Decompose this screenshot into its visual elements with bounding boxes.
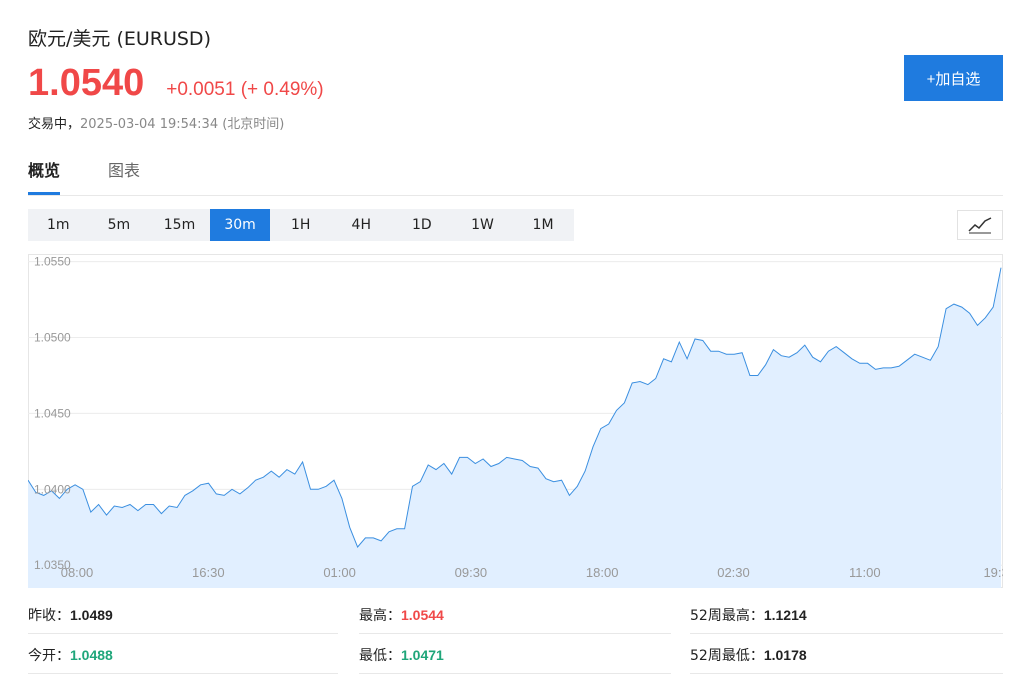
interval-1d[interactable]: 1D: [392, 209, 453, 241]
status-label: 交易中，: [28, 117, 81, 132]
page-title: 欧元/美元 (EURUSD): [28, 28, 211, 50]
x-tick-label: 01:00: [323, 565, 356, 580]
interval-30m[interactable]: 30m: [209, 209, 271, 241]
stat-value: 1.0178: [763, 646, 807, 663]
stat-label: 最低：: [359, 647, 401, 664]
trading-status: 交易中，2025-03-04 19:54:34 (北京时间): [28, 113, 284, 132]
chart-type-button[interactable]: [957, 210, 1003, 240]
add-watchlist-button[interactable]: +加自选: [904, 55, 1003, 101]
stat-label: 52周最低：: [690, 647, 764, 664]
price-change: +0.0051 (+ 0.49%): [166, 79, 324, 100]
tab-bar: 概览 图表: [28, 158, 1003, 196]
interval-1mo[interactable]: 1M: [513, 209, 574, 241]
interval-1h[interactable]: 1H: [270, 209, 331, 241]
stat-prev-close: 昨收： 1.0489: [28, 596, 338, 634]
x-tick-label: 19:3: [983, 565, 1003, 580]
y-tick-label: 1.0450: [34, 406, 71, 420]
stat-high: 最高： 1.0544: [359, 596, 671, 634]
stat-label: 今开：: [28, 647, 70, 664]
tab-overview[interactable]: 概览: [28, 158, 61, 195]
x-tick-label: 08:00: [61, 565, 94, 580]
interval-1m[interactable]: 1m: [28, 209, 89, 241]
stat-label: 52周最高：: [690, 607, 764, 624]
x-tick-label: 18:00: [586, 565, 619, 580]
interval-1w[interactable]: 1W: [452, 209, 513, 241]
x-tick-label: 09:30: [455, 565, 488, 580]
x-tick-label: 11:00: [849, 565, 881, 580]
stat-value: 1.0544: [401, 606, 444, 623]
price-chart[interactable]: 1.05501.05001.04501.04001.035008:00 16:30…: [28, 254, 1003, 588]
interval-15m[interactable]: 15m: [149, 209, 210, 241]
interval-5m[interactable]: 5m: [89, 209, 150, 241]
current-price: 1.0540: [28, 62, 145, 104]
y-tick-label: 1.0500: [34, 331, 71, 345]
stat-value: 1.0489: [70, 606, 113, 623]
stat-value: 1.0488: [70, 646, 113, 663]
price-row: 1.0540 +0.0051 (+ 0.49%): [28, 62, 324, 108]
interval-selector: 1m 5m 15m 30m 1H 4H 1D 1W 1M: [28, 209, 574, 241]
interval-4h[interactable]: 4H: [331, 209, 392, 241]
x-tick-label: 02:30: [717, 565, 750, 580]
x-tick-label: 16:30: [192, 565, 225, 580]
stat-52w-low: 52周最低： 1.0178: [690, 636, 1003, 674]
y-tick-label: 1.0400: [34, 482, 71, 496]
stat-value: 1.1214: [763, 606, 807, 623]
y-tick-label: 1.0550: [34, 255, 71, 269]
status-timestamp: 2025-03-04 19:54:34 (北京时间): [80, 117, 285, 132]
stat-low: 最低： 1.0471: [359, 636, 671, 674]
tab-chart[interactable]: 图表: [108, 158, 140, 195]
stat-label: 昨收：: [28, 607, 70, 624]
stat-open: 今开： 1.0488: [28, 636, 338, 674]
line-chart-icon: [968, 217, 992, 234]
stat-label: 最高：: [359, 607, 401, 624]
stat-52w-high: 52周最高： 1.1214: [690, 596, 1003, 634]
stat-value: 1.0471: [401, 646, 444, 663]
